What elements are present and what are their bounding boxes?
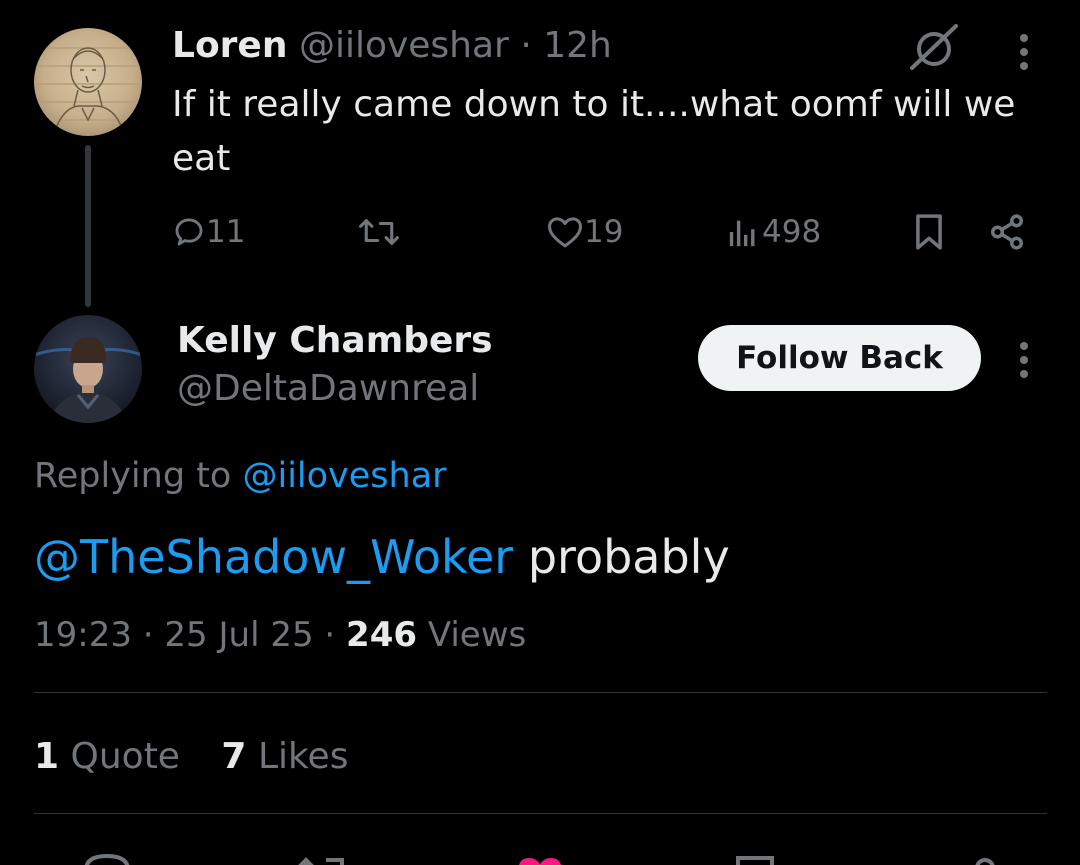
reply-count: 11 (206, 214, 246, 250)
reply-button[interactable]: 11 (172, 208, 245, 256)
tweet-meta: 19:23 · 25 Jul 25 · 246 Views (34, 612, 526, 658)
views-count: 498 (762, 214, 822, 250)
tweet-thread-view: Loren @iiloveshar · 12h If it really cam… (0, 0, 1080, 865)
tweet-date[interactable]: 25 Jul 25 (164, 615, 313, 655)
like-icon[interactable] (516, 852, 564, 865)
replying-to: Replying to @iiloveshar (34, 452, 447, 500)
like-count: 19 (584, 214, 624, 250)
bookmark-button[interactable] (912, 208, 946, 256)
views-icon (729, 220, 755, 247)
author-handle[interactable]: @DeltaDawnreal (177, 366, 479, 412)
separator: · (324, 615, 336, 655)
more-icon[interactable] (1018, 34, 1030, 76)
views-label: Views (427, 615, 527, 655)
thread-line (85, 145, 91, 307)
follow-back-button[interactable]: Follow Back (698, 325, 981, 391)
likes-count: 7 (221, 736, 247, 777)
grok-icon[interactable] (908, 22, 960, 78)
mention-link[interactable]: @TheShadow_Woker (34, 530, 513, 584)
quote-count: 1 (34, 736, 60, 777)
views-count: 246 (346, 615, 418, 655)
tweet-time[interactable]: 19:23 (34, 615, 132, 655)
like-icon (548, 217, 582, 248)
tweet-body: probably (513, 530, 730, 584)
bookmark-icon[interactable] (734, 852, 776, 865)
replying-to-handle[interactable]: @iiloveshar (242, 456, 446, 496)
separator: · (142, 615, 154, 655)
avatar[interactable] (34, 28, 142, 136)
avatar[interactable] (34, 315, 142, 423)
tweet-text: @TheShadow_Woker probably (34, 526, 730, 588)
divider (34, 813, 1047, 814)
retweet-icon (359, 219, 399, 245)
share-icon (991, 214, 1023, 250)
like-button[interactable]: 19 (546, 208, 623, 256)
more-icon[interactable] (1018, 342, 1030, 384)
bookmark-icon (916, 214, 942, 250)
author-name[interactable]: Loren (172, 25, 287, 66)
tweet-time[interactable]: 12h (543, 25, 612, 66)
divider (34, 692, 1047, 693)
tweet-text: If it really came down to it....what oom… (172, 84, 1016, 179)
reply-icon[interactable] (82, 852, 132, 865)
reply-icon (175, 218, 203, 246)
share-button[interactable] (988, 208, 1026, 256)
author-handle[interactable]: @iiloveshar (299, 25, 509, 66)
quote-label: Quote (70, 736, 180, 777)
views-button[interactable]: 498 (726, 208, 821, 256)
engagement-stats: 1 Quote 7 Likes (34, 733, 378, 781)
separator: · (520, 25, 532, 66)
author-name[interactable]: Kelly Chambers (177, 318, 493, 364)
quotes-stat[interactable]: 1 Quote (34, 736, 180, 777)
share-icon[interactable] (970, 852, 1000, 865)
tweet-header: Loren @iiloveshar · 12h (172, 24, 612, 68)
retweet-icon[interactable] (296, 852, 352, 865)
likes-stat[interactable]: 7 Likes (221, 736, 348, 777)
replying-prefix: Replying to (34, 456, 232, 496)
retweet-button[interactable] (356, 208, 402, 256)
likes-label: Likes (257, 736, 349, 777)
